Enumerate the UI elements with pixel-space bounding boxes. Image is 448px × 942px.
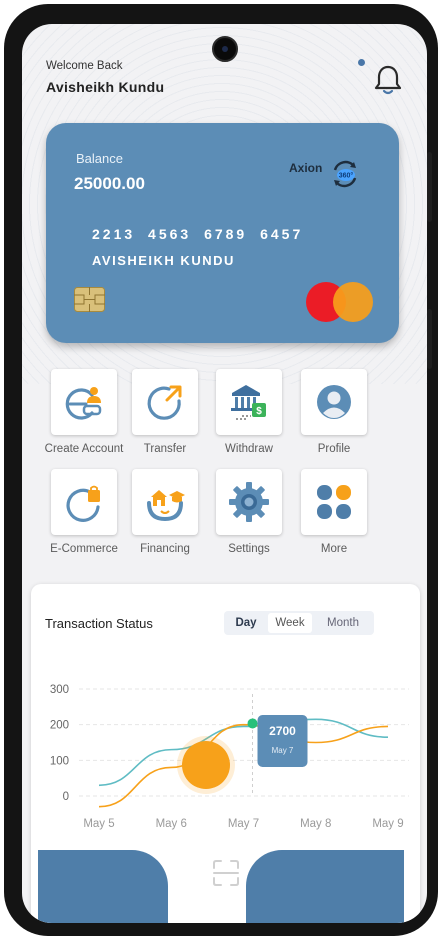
tooltip-value: 2700 bbox=[269, 724, 296, 738]
brand-name: Axion bbox=[289, 161, 323, 175]
profile-button[interactable] bbox=[301, 369, 367, 435]
bottom-nav-left-panel[interactable] bbox=[38, 850, 168, 923]
svg-text:$: $ bbox=[256, 406, 262, 417]
ecommerce-button[interactable] bbox=[51, 469, 117, 535]
x-tick-label: May 6 bbox=[156, 818, 187, 830]
tooltip-box bbox=[257, 715, 308, 767]
y-tick-label: 100 bbox=[50, 755, 69, 767]
tab-week[interactable]: Week bbox=[268, 613, 312, 633]
create-account-icon bbox=[65, 387, 102, 420]
mastercard-yellow-circle bbox=[333, 282, 373, 322]
front-camera bbox=[212, 36, 238, 62]
x-tick-label: May 8 bbox=[300, 818, 331, 830]
profile-icon bbox=[317, 385, 351, 419]
bottom-nav-right-panel[interactable] bbox=[246, 850, 404, 923]
balance-amount: 25000.00 bbox=[74, 174, 145, 193]
service-settings[interactable]: Settings bbox=[214, 469, 284, 555]
y-tick-label: 200 bbox=[50, 720, 69, 732]
balance-card[interactable]: Balance 25000.00 Axion 360° 2213 4563 67… bbox=[46, 123, 399, 343]
volume-button bbox=[427, 152, 432, 222]
service-withdraw[interactable]: $ Withdraw bbox=[214, 369, 284, 455]
home-financing-icon bbox=[147, 490, 185, 522]
series-line bbox=[98, 718, 389, 787]
service-profile[interactable]: Profile bbox=[299, 369, 369, 455]
create-account-button[interactable] bbox=[51, 369, 117, 435]
transfer-button[interactable] bbox=[132, 369, 198, 435]
scan-icon[interactable] bbox=[212, 859, 240, 887]
gear-icon bbox=[229, 482, 269, 522]
bell-icon[interactable] bbox=[373, 64, 403, 98]
card-holder-name: AVISHEIKH KUNDU bbox=[92, 253, 235, 268]
x-tick-label: May 9 bbox=[372, 818, 403, 830]
phone-frame: Welcome Back Avisheikh Kundu Balance 250… bbox=[4, 4, 438, 936]
withdraw-button[interactable]: $ bbox=[216, 369, 282, 435]
transaction-chart: 0 100 200 300 May 5 May 6 May 7 May 8 May 9 270… bbox=[50, 684, 409, 830]
power-button bbox=[427, 309, 432, 369]
axion-logo-icon: 360° bbox=[333, 160, 357, 188]
shopping-bag-icon bbox=[66, 485, 100, 522]
card-chip-icon bbox=[74, 287, 105, 312]
service-label: Profile bbox=[317, 443, 351, 455]
service-transfer[interactable]: Transfer bbox=[130, 369, 200, 455]
user-name: Avisheikh Kundu bbox=[46, 79, 165, 95]
settings-button[interactable] bbox=[216, 469, 282, 535]
service-more[interactable]: More bbox=[299, 469, 369, 555]
financing-button[interactable] bbox=[132, 469, 198, 535]
tooltip-date: May 7 bbox=[272, 746, 294, 755]
service-label: More bbox=[320, 543, 348, 555]
y-tick-label: 300 bbox=[50, 684, 69, 696]
service-ecommerce[interactable]: E-Commerce bbox=[49, 469, 119, 555]
series-line bbox=[98, 723, 389, 808]
welcome-text: Welcome Back bbox=[46, 60, 123, 72]
period-segmented-control: Day Week Month bbox=[224, 611, 374, 635]
x-tick-label: May 7 bbox=[228, 818, 259, 830]
more-button[interactable] bbox=[301, 469, 367, 535]
tab-month[interactable]: Month bbox=[312, 611, 374, 635]
notification-dot bbox=[358, 59, 365, 66]
transfer-icon bbox=[147, 385, 182, 420]
bank-withdraw-icon: $ bbox=[231, 385, 266, 420]
y-tick-label: 0 bbox=[63, 791, 69, 803]
orange-bubble bbox=[182, 741, 230, 789]
transaction-status-title: Transaction Status bbox=[45, 616, 153, 631]
balance-label: Balance bbox=[76, 151, 123, 166]
card-number: 2213 4563 6789 6457 bbox=[92, 226, 304, 242]
service-create-account[interactable]: Create Account bbox=[45, 369, 123, 455]
grid-icon bbox=[317, 485, 351, 519]
highlight-point[interactable] bbox=[247, 718, 258, 729]
x-tick-label: May 5 bbox=[83, 818, 114, 830]
tab-day[interactable]: Day bbox=[224, 611, 268, 635]
brand-badge: 360° bbox=[339, 172, 354, 180]
app-screen: Welcome Back Avisheikh Kundu Balance 250… bbox=[22, 24, 427, 923]
service-financing[interactable]: Financing bbox=[130, 469, 200, 555]
